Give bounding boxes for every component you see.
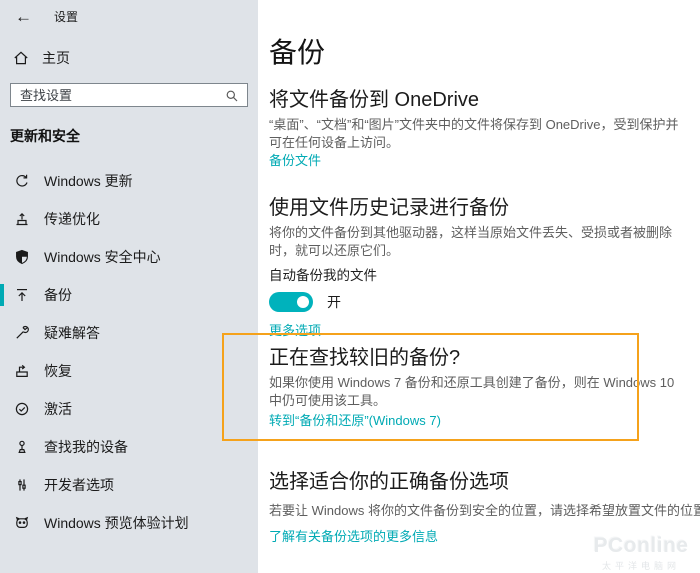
section-description: “桌面”、“文档”和“图片”文件夹中的文件将保存到 OneDrive，受到保护并… [269, 116, 700, 152]
watermark-subtitle-text: 太平洋电脑网 [585, 559, 697, 572]
backup-icon [14, 287, 30, 303]
nav-label: Windows 安全中心 [44, 247, 161, 267]
activation-check-icon [14, 401, 30, 417]
titlebar: ← 设置 [0, 0, 258, 32]
nav-label: 恢复 [44, 361, 72, 381]
wrench-icon [14, 325, 30, 341]
section-description: 若要让 Windows 将你的文件备份到安全的位置，请选择希望放置文件的位置 -… [269, 502, 700, 520]
watermark: PConline 太平洋电脑网 [585, 534, 697, 572]
more-options-link[interactable]: 更多选项 [269, 322, 321, 340]
sidebar-section-label: 更新和安全 [10, 126, 258, 146]
nav-label: 传递优化 [44, 209, 100, 229]
backup-files-link[interactable]: 备份文件 [269, 152, 321, 170]
sidebar-nav: Windows 更新 传递优化 Windows 安全中心 [0, 162, 258, 542]
nav-label: 疑难解答 [44, 323, 100, 343]
section-description: 如果你使用 Windows 7 备份和还原工具创建了备份，则在 Windows … [269, 374, 700, 410]
delivery-optimization-icon [14, 211, 30, 227]
section-file-history: 使用文件历史记录进行备份 将你的文件备份到其他驱动器，这样当原始文件丢失、受损或… [269, 196, 700, 340]
backup-restore-win7-link[interactable]: 转到“备份和还原”(Windows 7) [269, 412, 441, 430]
nav-label: Windows 预览体验计划 [44, 513, 189, 533]
auto-backup-toggle[interactable] [269, 292, 313, 312]
section-description: 将你的文件备份到其他驱动器，这样当原始文件丢失、受损或者被删除 时，就可以还原它… [269, 224, 700, 260]
sidebar-item-developer-options[interactable]: 开发者选项 [0, 466, 258, 504]
sidebar-item-windows-security[interactable]: Windows 安全中心 [0, 238, 258, 276]
insider-icon [14, 515, 30, 531]
toggle-knob [297, 296, 309, 308]
sidebar-item-windows-insider[interactable]: Windows 预览体验计划 [0, 504, 258, 542]
nav-label: 查找我的设备 [44, 437, 128, 457]
section-older-backup: 正在查找较旧的备份? 如果你使用 Windows 7 备份和还原工具创建了备份，… [269, 346, 700, 430]
search-input[interactable] [11, 84, 247, 106]
window-title: 设置 [54, 8, 78, 25]
shield-icon [14, 249, 30, 265]
section-heading: 选择适合你的正确备份选项 [269, 470, 700, 494]
toggle-state-label: 开 [327, 292, 341, 312]
sidebar-item-troubleshoot[interactable]: 疑难解答 [0, 314, 258, 352]
search-icon[interactable] [224, 88, 240, 104]
back-arrow-icon[interactable]: ← [15, 8, 32, 25]
search-box[interactable] [10, 83, 248, 107]
sidebar-item-windows-update[interactable]: Windows 更新 [0, 162, 258, 200]
section-heading: 使用文件历史记录进行备份 [269, 196, 700, 220]
sidebar: ← 设置 主页 更新和安全 Windows 更新 [0, 0, 258, 573]
toggle-row: 开 [269, 292, 700, 312]
nav-label: 开发者选项 [44, 475, 114, 495]
section-heading: 将文件备份到 OneDrive [269, 88, 700, 112]
section-heading: 正在查找较旧的备份? [269, 346, 700, 370]
sidebar-item-home[interactable]: 主页 [0, 46, 258, 70]
sidebar-item-activation[interactable]: 激活 [0, 390, 258, 428]
watermark-logo-text: PConline [585, 534, 697, 558]
find-device-icon [14, 439, 30, 455]
sidebar-item-backup[interactable]: 备份 [0, 276, 258, 314]
sidebar-item-delivery-optimization[interactable]: 传递优化 [0, 200, 258, 238]
refresh-icon [14, 173, 30, 189]
home-icon [13, 50, 29, 66]
recovery-icon [14, 363, 30, 379]
developer-icon [14, 477, 30, 493]
section-onedrive-backup: 将文件备份到 OneDrive “桌面”、“文档”和“图片”文件夹中的文件将保存… [269, 88, 700, 170]
nav-label: Windows 更新 [44, 171, 133, 191]
home-label: 主页 [42, 48, 70, 68]
sidebar-item-find-my-device[interactable]: 查找我的设备 [0, 428, 258, 466]
learn-more-link[interactable]: 了解有关备份选项的更多信息 [269, 528, 438, 546]
auto-backup-label: 自动备份我的文件 [269, 264, 700, 284]
nav-label: 激活 [44, 399, 72, 419]
settings-window: ← 设置 主页 更新和安全 Windows 更新 [0, 0, 700, 573]
sidebar-item-recovery[interactable]: 恢复 [0, 352, 258, 390]
nav-label: 备份 [44, 285, 72, 305]
main-content: 备份 将文件备份到 OneDrive “桌面”、“文档”和“图片”文件夹中的文件… [258, 0, 700, 573]
page-title: 备份 [269, 34, 700, 72]
